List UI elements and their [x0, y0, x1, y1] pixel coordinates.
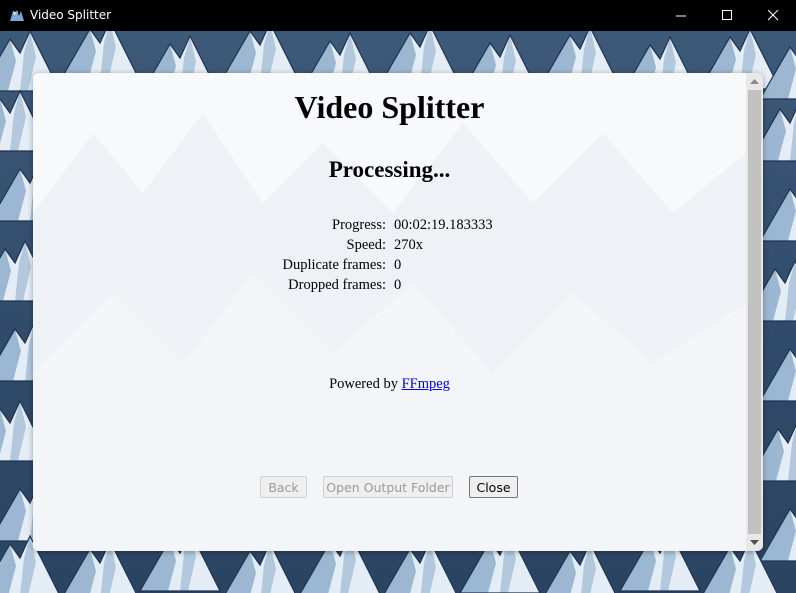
stat-row-speed: Speed: 270x — [33, 237, 746, 257]
open-output-folder-button[interactable]: Open Output Folder — [323, 476, 453, 498]
stat-row-dropped-frames: Dropped frames: 0 — [33, 277, 746, 297]
main-panel: Video Splitter Processing... Progress: 0… — [33, 73, 763, 551]
stat-row-duplicate-frames: Duplicate frames: 0 — [33, 257, 746, 277]
title-bar[interactable]: Video Splitter — [0, 0, 796, 31]
close-icon — [767, 10, 778, 21]
stat-value: 00:02:19.183333 — [394, 217, 493, 233]
close-button[interactable]: Close — [469, 476, 518, 498]
minimize-button[interactable] — [658, 0, 704, 31]
ffmpeg-link[interactable]: FFmpeg — [402, 376, 450, 392]
vertical-scrollbar[interactable] — [746, 73, 763, 551]
stat-label: Dropped frames: — [288, 277, 386, 293]
back-button[interactable]: Back — [260, 476, 307, 498]
maximize-button[interactable] — [704, 0, 750, 31]
app-heading: Video Splitter — [294, 89, 485, 125]
app-window: Video Splitter Video Splitter Processing… — [0, 0, 796, 593]
stat-label: Progress: — [332, 217, 386, 233]
scroll-up-button[interactable] — [746, 73, 763, 90]
powered-by-text: Powered by FFmpeg — [33, 376, 746, 393]
scrollbar-thumb[interactable] — [748, 90, 761, 534]
window-title: Video Splitter — [30, 8, 112, 22]
scroll-up-arrow-icon — [750, 78, 759, 84]
content-area: Video Splitter Processing... Progress: 0… — [33, 73, 746, 551]
close-window-button[interactable] — [750, 0, 796, 31]
stat-value: 270x — [394, 237, 423, 253]
scroll-down-arrow-icon — [750, 539, 759, 545]
minimize-icon — [675, 15, 686, 17]
stat-label: Speed: — [346, 237, 386, 253]
stat-value: 0 — [394, 277, 402, 293]
stat-label: Duplicate frames: — [282, 257, 386, 273]
status-heading: Processing... — [328, 157, 451, 182]
powered-by-prefix: Powered by — [329, 376, 398, 392]
video-splitter-app-icon — [10, 10, 24, 21]
background-wallpaper: Video Splitter Processing... Progress: 0… — [0, 31, 796, 593]
maximize-icon — [721, 10, 732, 20]
stat-value: 0 — [394, 257, 402, 273]
scroll-down-button[interactable] — [746, 534, 763, 551]
stat-row-progress: Progress: 00:02:19.183333 — [33, 217, 746, 237]
